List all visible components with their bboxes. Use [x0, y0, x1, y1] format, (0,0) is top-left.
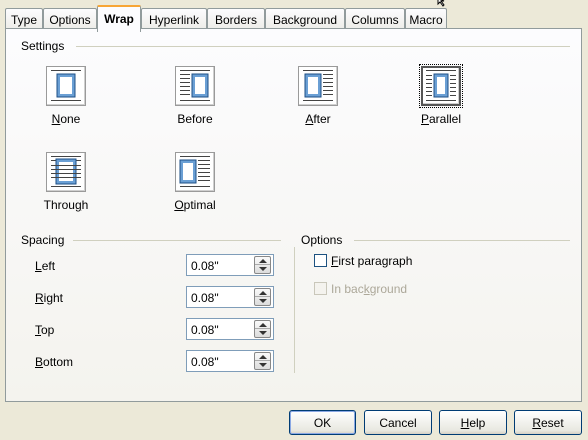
right-spacing-label: Right — [35, 291, 64, 305]
arrow-down-icon — [259, 267, 267, 271]
bottom-spacing-value[interactable]: 0.08" — [191, 355, 219, 369]
left-spacing-value[interactable]: 0.08" — [191, 259, 219, 273]
bottom-spin-buttons — [254, 352, 271, 370]
wrap-none-label: None — [51, 112, 81, 126]
help-button[interactable]: Help — [439, 410, 507, 435]
settings-group-label: Settings — [21, 39, 65, 53]
arrow-up-icon — [259, 323, 267, 327]
in-background-checkbox — [314, 282, 327, 295]
spacing-divider — [73, 240, 281, 241]
wrap-none-button[interactable] — [46, 66, 86, 106]
ok-button[interactable]: OK — [289, 410, 356, 435]
arrow-down-icon — [259, 363, 267, 367]
wrap-before-icon — [180, 70, 210, 101]
reset-button[interactable]: Reset — [514, 410, 582, 435]
wrap-after-label: After — [305, 112, 331, 126]
right-spacing-value[interactable]: 0.08" — [191, 291, 219, 305]
right-spacing-spinner[interactable]: 0.08" — [186, 286, 274, 308]
wrap-optimal-icon — [179, 156, 210, 187]
wrap-before-button[interactable] — [175, 66, 215, 106]
wrap-tab-panel: Settings None Before After Parallel Thro… — [5, 28, 582, 402]
tab-label: Wrap — [104, 12, 134, 26]
left-increment-button[interactable] — [255, 257, 270, 265]
top-spacing-spinner[interactable]: 0.08" — [186, 318, 274, 340]
tab-label: Macro — [409, 13, 443, 27]
wrap-optimal-button[interactable] — [175, 152, 215, 192]
tab-label: Background — [272, 13, 338, 27]
arrow-down-icon — [259, 299, 267, 303]
bottom-increment-button[interactable] — [255, 353, 270, 361]
top-decrement-button[interactable] — [255, 329, 270, 337]
wrap-parallel-label: Parallel — [420, 112, 462, 126]
wrap-parallel-icon — [426, 70, 456, 101]
top-increment-button[interactable] — [255, 321, 270, 329]
first-paragraph-checkbox[interactable] — [314, 254, 327, 267]
left-decrement-button[interactable] — [255, 265, 270, 273]
tab-label: Type — [10, 13, 37, 27]
wrap-after-icon — [303, 70, 333, 101]
in-background-label: In background — [331, 282, 408, 296]
wrap-none-icon — [51, 70, 81, 101]
wrap-through-button[interactable] — [46, 152, 86, 192]
tab-wrap[interactable]: Wrap — [97, 5, 141, 32]
right-decrement-button[interactable] — [255, 297, 270, 305]
wrap-before-label: Before — [177, 112, 213, 126]
wrap-through-label: Through — [43, 198, 89, 212]
left-spacing-spinner[interactable]: 0.08" — [186, 254, 274, 276]
first-paragraph-label[interactable]: First paragraph — [331, 254, 412, 268]
mouse-cursor-icon — [437, 0, 445, 7]
bottom-decrement-button[interactable] — [255, 361, 270, 369]
top-spacing-value[interactable]: 0.08" — [191, 323, 219, 337]
arrow-up-icon — [259, 355, 267, 359]
bottom-spacing-label: Bottom — [35, 355, 74, 369]
arrow-down-icon — [259, 331, 267, 335]
right-spin-buttons — [254, 288, 271, 306]
tab-label: Borders — [214, 13, 258, 27]
group-separator — [294, 247, 295, 373]
tab-label: Hyperlink — [148, 13, 199, 27]
options-divider — [354, 240, 570, 241]
spacing-group-label: Spacing — [21, 233, 65, 247]
wrap-through-icon — [51, 156, 81, 187]
tab-label: Columns — [351, 13, 399, 27]
right-increment-button[interactable] — [255, 289, 270, 297]
wrap-parallel-button[interactable] — [419, 64, 463, 108]
arrow-up-icon — [259, 291, 267, 295]
top-spin-buttons — [254, 320, 271, 338]
arrow-up-icon — [259, 259, 267, 263]
top-spacing-label: Top — [35, 323, 55, 337]
bottom-spacing-spinner[interactable]: 0.08" — [186, 350, 274, 372]
left-spacing-label: Left — [35, 259, 56, 273]
tab-label: Options — [49, 13, 91, 27]
wrap-optimal-label: Optimal — [174, 198, 216, 212]
cancel-button[interactable]: Cancel — [364, 410, 432, 435]
settings-divider — [76, 46, 570, 47]
wrap-after-button[interactable] — [298, 66, 338, 106]
options-group-label: Options — [301, 233, 343, 247]
left-spin-buttons — [254, 256, 271, 274]
